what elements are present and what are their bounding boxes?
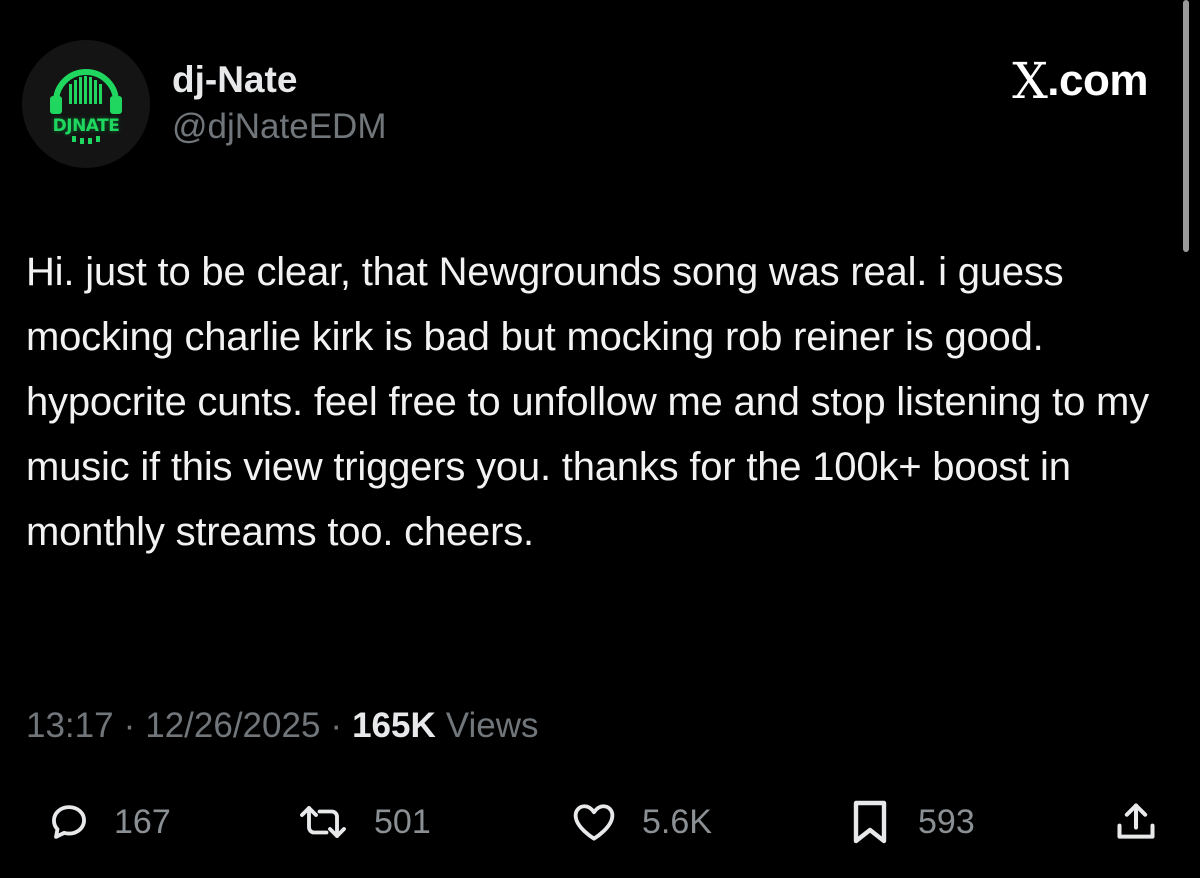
post-card: DJNATE dj-Nate @djNateEDM X .com Hi. jus… bbox=[0, 0, 1200, 878]
author-display-name[interactable]: dj-Nate bbox=[172, 59, 386, 101]
x-logo-icon: X bbox=[1012, 52, 1048, 110]
repost-icon bbox=[300, 806, 346, 838]
post-date[interactable]: 12/26/2025 bbox=[145, 706, 320, 746]
meta-separator: · bbox=[123, 706, 136, 745]
like-count: 5.6K bbox=[642, 802, 712, 841]
repost-button[interactable]: 501 bbox=[296, 792, 431, 852]
reply-button[interactable]: 167 bbox=[48, 792, 171, 852]
reply-count: 167 bbox=[114, 802, 171, 841]
avatar[interactable]: DJNATE bbox=[22, 40, 150, 168]
views-label: Views bbox=[445, 706, 539, 745]
post-header: DJNATE dj-Nate @djNateEDM bbox=[22, 40, 386, 168]
views-count: 165K bbox=[352, 706, 436, 745]
headphones-logo-icon bbox=[50, 69, 122, 144]
heart-icon bbox=[573, 804, 615, 841]
like-button[interactable]: 5.6K bbox=[570, 792, 712, 852]
post-time[interactable]: 13:17 bbox=[26, 706, 114, 746]
site-label: .com bbox=[1047, 56, 1148, 105]
reply-icon bbox=[52, 805, 86, 839]
repost-count: 501 bbox=[374, 802, 431, 841]
author-names: dj-Nate @djNateEDM bbox=[172, 59, 386, 149]
action-bar: 167 501 5.6K 593 bbox=[0, 792, 1200, 852]
post-meta: 13:17 · 12/26/2025 · 165K Views bbox=[26, 706, 538, 746]
bookmark-icon bbox=[853, 800, 887, 844]
share-icon bbox=[1117, 803, 1155, 839]
bookmark-button[interactable]: 593 bbox=[846, 792, 975, 852]
share-button[interactable] bbox=[1114, 792, 1158, 852]
bookmark-count: 593 bbox=[918, 802, 975, 841]
scrollbar[interactable] bbox=[1183, 0, 1189, 252]
avatar-logo-text: DJNATE bbox=[52, 116, 120, 136]
meta-separator: · bbox=[330, 706, 343, 745]
x-com-logo: X .com bbox=[1012, 52, 1148, 110]
post-text: Hi. just to be clear, that Newgrounds so… bbox=[26, 250, 1149, 554]
author-handle[interactable]: @djNateEDM bbox=[172, 105, 386, 149]
